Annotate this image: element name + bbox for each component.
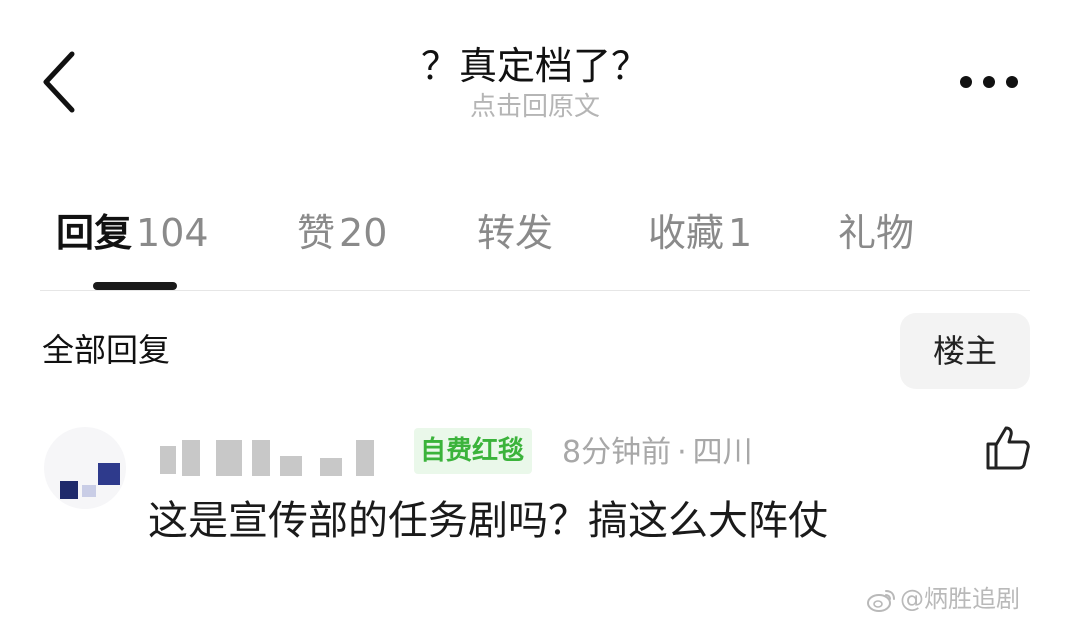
tab-label: 收藏 <box>648 211 725 255</box>
tab-count: 20 <box>339 211 388 255</box>
page-title: ？真定档了？ <box>420 44 649 88</box>
like-button[interactable] <box>984 424 1032 472</box>
user-badge[interactable]: 自费红毯 <box>414 428 533 474</box>
tab-count: 1 <box>728 211 753 255</box>
comment-location: 四川 <box>692 435 753 470</box>
watermark-text: @炳胜追剧 <box>900 585 1020 613</box>
tab-label: 回复 <box>56 211 133 255</box>
tab-label: 礼物 <box>838 211 915 255</box>
comment-time: 8分钟前 <box>562 435 672 470</box>
tab-gifts[interactable]: 礼物 <box>838 206 914 260</box>
tab-label: 赞 <box>297 211 336 255</box>
meta-separator: · <box>677 435 687 470</box>
tab-favorites[interactable]: 收藏 1 <box>648 206 752 260</box>
owner-filter-button[interactable]: 楼主 <box>900 313 1030 389</box>
tab-replies[interactable]: 回复 104 <box>56 206 209 260</box>
comment-text: 这是宣传部的任务剧吗？搞这么大阵仗 <box>148 498 828 544</box>
view-original-link[interactable]: 点击回原文 <box>0 90 1070 124</box>
active-tab-indicator <box>93 282 177 290</box>
tab-label: 转发 <box>477 211 554 255</box>
all-replies-label: 全部回复 <box>42 331 171 369</box>
tab-likes[interactable]: 赞 20 <box>297 206 387 260</box>
username-redacted[interactable] <box>160 440 400 476</box>
watermark: @炳胜追剧 <box>866 584 1020 614</box>
thumbs-up-icon <box>986 426 1030 470</box>
more-button[interactable] <box>950 62 1028 102</box>
divider <box>40 290 1030 291</box>
tab-count: 104 <box>136 211 209 255</box>
comment-meta: 8分钟前 · 四川 <box>562 430 753 476</box>
avatar[interactable] <box>44 427 126 509</box>
tab-reposts[interactable]: 转发 <box>477 206 553 260</box>
weibo-logo-icon <box>867 590 895 612</box>
